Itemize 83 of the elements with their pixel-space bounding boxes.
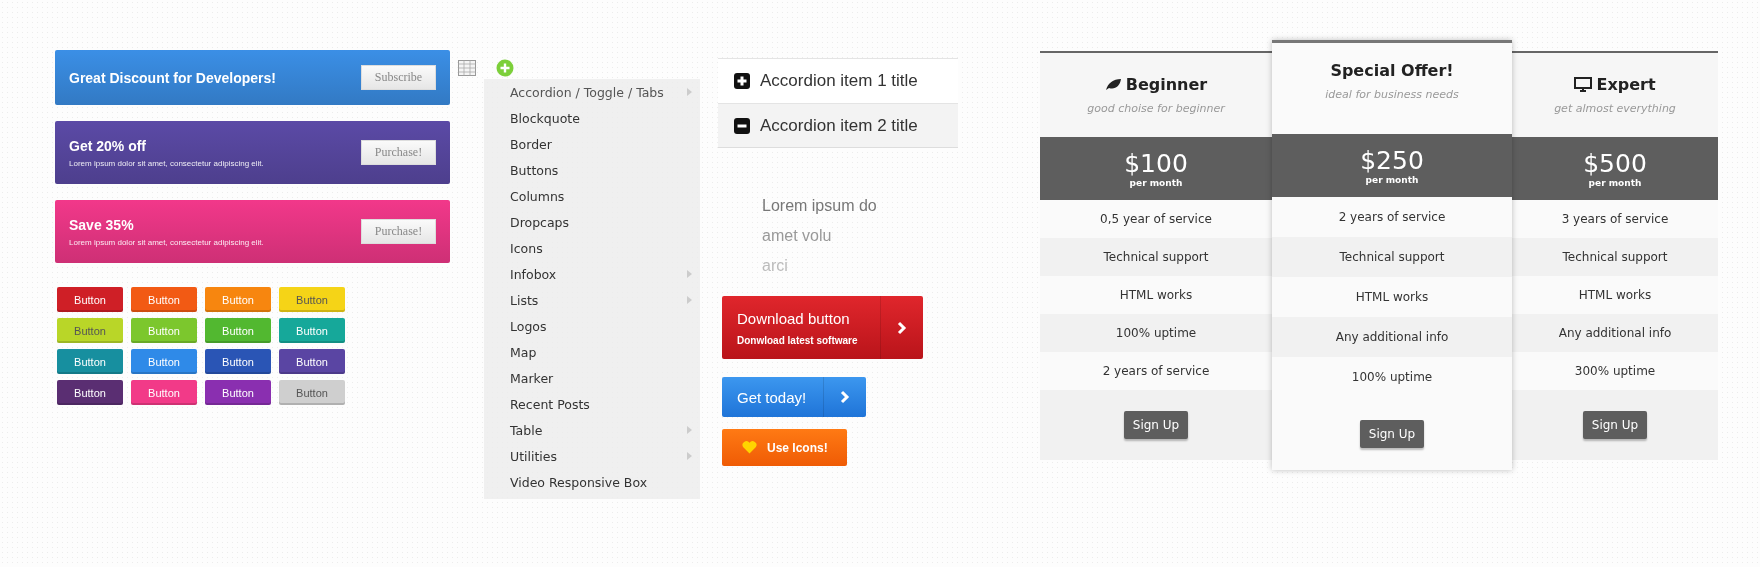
banner-text: Lorem ipsum dolor sit amet, consectetur adipiscing elit.	[69, 158, 264, 168]
menu-item[interactable]: Logos	[484, 313, 700, 339]
plan-feature: HTML works	[1040, 276, 1272, 314]
menu-item[interactable]: Dropcaps	[484, 209, 700, 235]
plan-subtitle: get almost everything	[1554, 102, 1676, 115]
table-icon[interactable]	[458, 60, 476, 76]
sign-up-button[interactable]: Sign Up	[1583, 411, 1647, 439]
get-button[interactable]: Get today!	[722, 377, 866, 417]
plan-feature: 2 years of service	[1040, 352, 1272, 390]
plan-feature: 0,5 year of service	[1040, 200, 1272, 238]
plan-price: $500	[1583, 149, 1647, 178]
color-button[interactable]: Button	[57, 287, 123, 312]
color-button[interactable]: Button	[279, 380, 345, 405]
plan-feature: 3 years of service	[1512, 200, 1718, 238]
menu-item[interactable]: Table	[484, 417, 700, 443]
plan-feature: 100% uptime	[1272, 357, 1512, 397]
accordion-text: Lorem ipsum do	[762, 196, 878, 216]
submenu-arrow-icon	[687, 88, 692, 96]
submenu-arrow-icon	[687, 270, 692, 278]
plan-price: $250	[1360, 146, 1424, 175]
color-button[interactable]: Button	[131, 380, 197, 405]
plan-feature: 300% uptime	[1512, 352, 1718, 390]
submenu-arrow-icon	[687, 452, 692, 460]
chevron-right-icon	[897, 320, 907, 335]
accordion-text: arci	[762, 256, 789, 276]
plan-feature: Technical support	[1040, 238, 1272, 276]
accordion-item[interactable]: Accordion item 1 title	[718, 58, 958, 103]
plan-feature: Technical support	[1512, 238, 1718, 276]
plan-feature: HTML works	[1272, 277, 1512, 317]
menu-item[interactable]: Icons	[484, 235, 700, 261]
plan-name: Expert	[1596, 75, 1656, 94]
price-period: per month	[1588, 177, 1642, 188]
leaf-icon	[1104, 78, 1122, 91]
color-button[interactable]: Button	[279, 349, 345, 374]
menu-item[interactable]: Infobox	[484, 261, 700, 287]
banner-title: Save 35%	[69, 216, 135, 233]
plan-subtitle: good choise for beginner	[1087, 102, 1225, 115]
chevron-right-icon	[840, 390, 850, 404]
color-button[interactable]: Button	[205, 380, 271, 405]
monitor-icon	[1574, 77, 1593, 92]
menu-item[interactable]: Accordion / Toggle / Tabs	[484, 79, 700, 105]
menu-item[interactable]: Map	[484, 339, 700, 365]
accordion-text: amet volu	[762, 226, 833, 246]
banner-text: Lorem ipsum dolor sit amet, consectetur adipiscing elit.	[69, 237, 264, 247]
plan-name: Beginner	[1125, 75, 1208, 94]
plan-feature: Any additional info	[1512, 314, 1718, 352]
menu-item[interactable]: Marker	[484, 365, 700, 391]
color-button[interactable]: Button	[57, 380, 123, 405]
minus-icon	[734, 117, 750, 134]
sign-up-button[interactable]: Sign Up	[1360, 419, 1424, 448]
menu-item[interactable]: Utilities	[484, 443, 700, 469]
banner-title: Get 20% off	[69, 137, 147, 154]
menu-item[interactable]: Blockquote	[484, 105, 700, 131]
plus-icon	[734, 73, 750, 89]
color-button[interactable]: Button	[131, 349, 197, 374]
plan-feature: HTML works	[1512, 276, 1718, 314]
plan-price: $100	[1124, 149, 1188, 178]
price-period: per month	[1129, 177, 1183, 188]
menu-item[interactable]: Recent Posts	[484, 391, 700, 417]
submenu-arrow-icon	[687, 296, 692, 304]
banner-title: Great Discount for Developers!	[69, 69, 276, 86]
color-button[interactable]: Button	[205, 349, 271, 374]
menu-item[interactable]: Video Responsive Box	[484, 469, 700, 495]
color-button[interactable]: Button	[57, 318, 123, 343]
plan-feature: Technical support	[1272, 237, 1512, 277]
color-button[interactable]: Button	[279, 287, 345, 312]
menu-item[interactable]: Buttons	[484, 157, 700, 183]
plan-feature: Any additional info	[1272, 317, 1512, 357]
plan-name: Special Offer!	[1330, 61, 1454, 80]
price-period: per month	[1365, 174, 1419, 185]
color-button[interactable]: Button	[57, 349, 123, 374]
heart-icon	[742, 441, 757, 454]
menu-item[interactable]: Columns	[484, 183, 700, 209]
plan-feature: 2 years of service	[1272, 197, 1512, 237]
plan-feature: 100% uptime	[1040, 314, 1272, 352]
menu-item[interactable]: Lists	[484, 287, 700, 313]
submenu-arrow-icon	[687, 426, 692, 434]
sign-up-button[interactable]: Sign Up	[1124, 411, 1188, 439]
add-icon[interactable]	[496, 59, 514, 77]
menu-item[interactable]: Border	[484, 131, 700, 157]
accordion-item[interactable]: Accordion item 2 title	[718, 103, 958, 148]
plan-subtitle: ideal for business needs	[1325, 88, 1459, 101]
download-button[interactable]: Download button Donwload latest software	[722, 296, 923, 359]
